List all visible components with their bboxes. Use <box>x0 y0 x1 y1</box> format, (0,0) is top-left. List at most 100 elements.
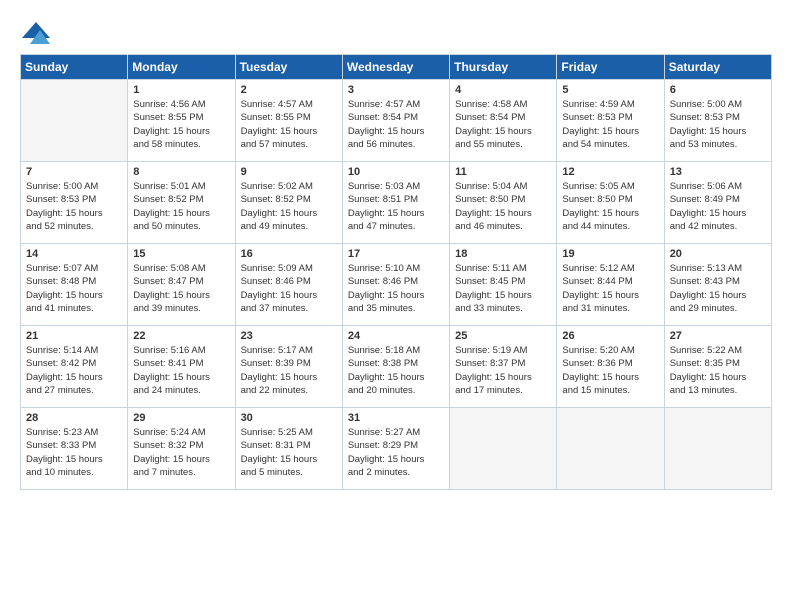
cell-line: Daylight: 15 hours <box>348 371 444 384</box>
cell-line: Sunset: 8:46 PM <box>241 275 337 288</box>
cell-line: and 20 minutes. <box>348 384 444 397</box>
calendar-cell <box>21 80 128 162</box>
cell-line: Sunrise: 4:57 AM <box>348 98 444 111</box>
cell-line: Daylight: 15 hours <box>241 289 337 302</box>
cell-line: Sunset: 8:35 PM <box>670 357 766 370</box>
cell-line: Sunset: 8:52 PM <box>133 193 229 206</box>
cell-line: Sunrise: 5:13 AM <box>670 262 766 275</box>
cell-line: and 24 minutes. <box>133 384 229 397</box>
cell-line: Sunset: 8:50 PM <box>455 193 551 206</box>
day-number: 19 <box>562 248 658 260</box>
cell-line: Sunset: 8:37 PM <box>455 357 551 370</box>
calendar-cell: 11Sunrise: 5:04 AMSunset: 8:50 PMDayligh… <box>450 162 557 244</box>
day-number: 9 <box>241 166 337 178</box>
cell-line: Sunset: 8:49 PM <box>670 193 766 206</box>
calendar-cell: 23Sunrise: 5:17 AMSunset: 8:39 PMDayligh… <box>235 326 342 408</box>
day-number: 4 <box>455 84 551 96</box>
cell-line: Sunrise: 5:00 AM <box>26 180 122 193</box>
cell-line: Daylight: 15 hours <box>133 207 229 220</box>
col-header-thursday: Thursday <box>450 55 557 80</box>
cell-line: Daylight: 15 hours <box>241 371 337 384</box>
cell-line: and 35 minutes. <box>348 302 444 315</box>
cell-line: Daylight: 15 hours <box>241 125 337 138</box>
day-number: 28 <box>26 412 122 424</box>
day-number: 29 <box>133 412 229 424</box>
cell-line: Sunset: 8:32 PM <box>133 439 229 452</box>
cell-line: Daylight: 15 hours <box>133 289 229 302</box>
calendar-cell: 25Sunrise: 5:19 AMSunset: 8:37 PMDayligh… <box>450 326 557 408</box>
cell-line: and 46 minutes. <box>455 220 551 233</box>
calendar-cell <box>450 408 557 490</box>
cell-line: Sunset: 8:51 PM <box>348 193 444 206</box>
cell-line: Daylight: 15 hours <box>670 289 766 302</box>
day-number: 7 <box>26 166 122 178</box>
cell-line: Sunset: 8:55 PM <box>241 111 337 124</box>
cell-line: Sunrise: 5:05 AM <box>562 180 658 193</box>
cell-line: Daylight: 15 hours <box>455 289 551 302</box>
day-number: 15 <box>133 248 229 260</box>
cell-line: Sunset: 8:55 PM <box>133 111 229 124</box>
header <box>20 18 772 46</box>
day-number: 21 <box>26 330 122 342</box>
cell-line: and 2 minutes. <box>348 466 444 479</box>
cell-line: Daylight: 15 hours <box>241 207 337 220</box>
cell-line: Daylight: 15 hours <box>26 289 122 302</box>
cell-line: and 31 minutes. <box>562 302 658 315</box>
day-number: 20 <box>670 248 766 260</box>
day-number: 3 <box>348 84 444 96</box>
calendar-cell: 29Sunrise: 5:24 AMSunset: 8:32 PMDayligh… <box>128 408 235 490</box>
cell-line: Daylight: 15 hours <box>562 207 658 220</box>
cell-line: and 41 minutes. <box>26 302 122 315</box>
calendar-cell: 30Sunrise: 5:25 AMSunset: 8:31 PMDayligh… <box>235 408 342 490</box>
calendar-cell: 27Sunrise: 5:22 AMSunset: 8:35 PMDayligh… <box>664 326 771 408</box>
cell-line: and 52 minutes. <box>26 220 122 233</box>
calendar-cell: 16 Sunrise: 5:09 AMSunset: 8:46 PMDayligh… <box>235 244 342 326</box>
cell-line: Daylight: 15 hours <box>455 371 551 384</box>
col-header-friday: Friday <box>557 55 664 80</box>
header-row: SundayMondayTuesdayWednesdayThursdayFrid… <box>21 55 772 80</box>
week-row-1: 1Sunrise: 4:56 AMSunset: 8:55 PMDaylight… <box>21 80 772 162</box>
day-number: 16 <box>241 248 337 260</box>
day-number: 11 <box>455 166 551 178</box>
cell-line: Sunrise: 5:09 AM <box>241 262 337 275</box>
day-number: 30 <box>241 412 337 424</box>
cell-line: and 27 minutes. <box>26 384 122 397</box>
day-number: 12 <box>562 166 658 178</box>
cell-line: Daylight: 15 hours <box>670 371 766 384</box>
col-header-saturday: Saturday <box>664 55 771 80</box>
calendar-cell: 6Sunrise: 5:00 AMSunset: 8:53 PMDaylight… <box>664 80 771 162</box>
cell-line: Sunrise: 5:20 AM <box>562 344 658 357</box>
cell-line: Sunrise: 5:17 AM <box>241 344 337 357</box>
cell-line: Sunrise: 5:04 AM <box>455 180 551 193</box>
calendar-cell: 7Sunrise: 5:00 AMSunset: 8:53 PMDaylight… <box>21 162 128 244</box>
cell-line: Sunset: 8:41 PM <box>133 357 229 370</box>
col-header-sunday: Sunday <box>21 55 128 80</box>
week-row-2: 7Sunrise: 5:00 AMSunset: 8:53 PMDaylight… <box>21 162 772 244</box>
day-number: 18 <box>455 248 551 260</box>
cell-line: Sunset: 8:45 PM <box>455 275 551 288</box>
calendar-cell: 24Sunrise: 5:18 AMSunset: 8:38 PMDayligh… <box>342 326 449 408</box>
cell-line: and 55 minutes. <box>455 138 551 151</box>
cell-line: Sunrise: 5:18 AM <box>348 344 444 357</box>
cell-line: and 54 minutes. <box>562 138 658 151</box>
cell-line: Sunset: 8:29 PM <box>348 439 444 452</box>
calendar-cell: 2Sunrise: 4:57 AMSunset: 8:55 PMDaylight… <box>235 80 342 162</box>
day-number: 13 <box>670 166 766 178</box>
cell-line: Sunrise: 5:25 AM <box>241 426 337 439</box>
cell-line: Sunrise: 4:56 AM <box>133 98 229 111</box>
cell-line: Sunset: 8:33 PM <box>26 439 122 452</box>
cell-line: and 17 minutes. <box>455 384 551 397</box>
calendar-cell: 9Sunrise: 5:02 AMSunset: 8:52 PMDaylight… <box>235 162 342 244</box>
cell-line: Daylight: 15 hours <box>562 371 658 384</box>
cell-line: Daylight: 15 hours <box>26 453 122 466</box>
cell-line: Sunrise: 5:10 AM <box>348 262 444 275</box>
cell-line: and 13 minutes. <box>670 384 766 397</box>
cell-line: and 50 minutes. <box>133 220 229 233</box>
day-number: 1 <box>133 84 229 96</box>
cell-line: Daylight: 15 hours <box>670 125 766 138</box>
cell-line: Sunrise: 5:06 AM <box>670 180 766 193</box>
cell-line: Sunrise: 5:19 AM <box>455 344 551 357</box>
week-row-4: 21Sunrise: 5:14 AMSunset: 8:42 PMDayligh… <box>21 326 772 408</box>
day-number: 22 <box>133 330 229 342</box>
calendar-cell <box>664 408 771 490</box>
